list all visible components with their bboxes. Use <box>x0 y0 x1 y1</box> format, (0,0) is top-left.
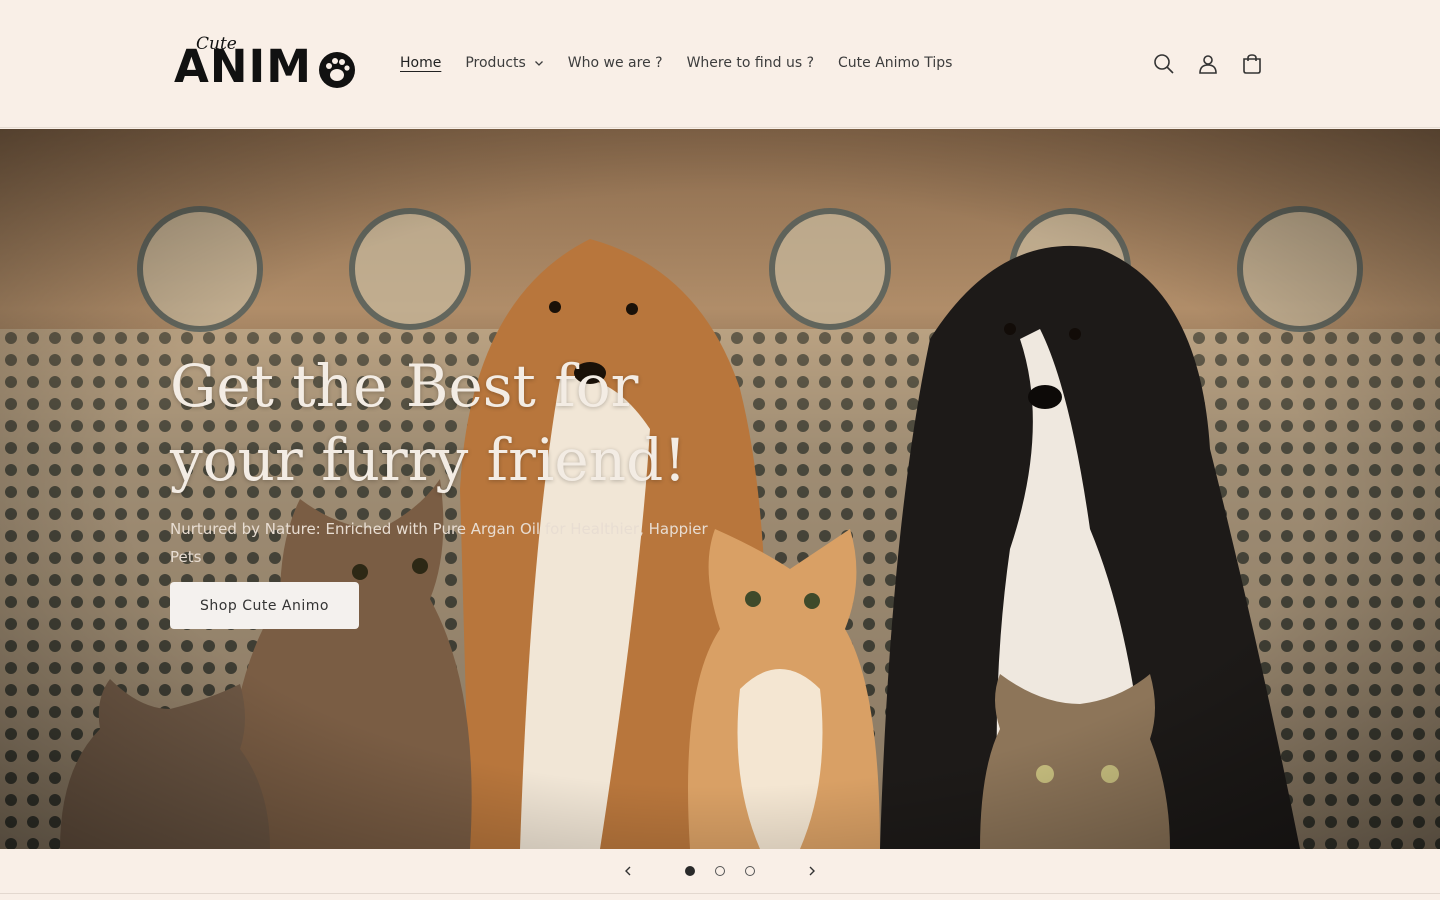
nav-item-label: Who we are ? <box>567 55 663 71</box>
shop-button[interactable]: Shop Cute Animo <box>170 582 359 629</box>
nav-item-label: Cute Animo Tips <box>838 55 953 71</box>
nav-item-home[interactable]: Home <box>400 55 441 71</box>
nav-item-products[interactable]: Products <box>465 55 543 71</box>
nav-item-where-to-find-us[interactable]: Where to find us ? <box>687 55 814 71</box>
slider-dot-2[interactable] <box>715 866 725 876</box>
chevron-down-icon <box>534 61 543 66</box>
account-icon <box>1199 55 1217 74</box>
chevron-right-icon <box>809 866 815 876</box>
slider-next-button[interactable] <box>797 856 827 886</box>
main-nav: Home Products Who we are ? Where to find… <box>400 50 976 76</box>
cart-button[interactable] <box>1238 50 1266 78</box>
cart-icon <box>1243 54 1261 74</box>
hero-title-line1: Get the Best for <box>170 352 639 420</box>
slider-dots <box>675 866 765 876</box>
slider-dot-1[interactable] <box>685 866 695 876</box>
nav-item-tips[interactable]: Cute Animo Tips <box>838 55 952 71</box>
hero-subtitle: Nurtured by Nature: Enriched with Pure A… <box>170 520 708 566</box>
header-icons <box>1150 50 1266 78</box>
hero-title: Get the Best for your furry friend! <box>170 349 730 497</box>
hero-content: Get the Best for your furry friend! Nurt… <box>170 349 730 571</box>
brand-logo[interactable]: Cute ANIM <box>172 34 358 94</box>
brand-logo-word: ANIM <box>174 40 313 93</box>
chevron-left-icon <box>625 866 631 876</box>
nav-item-label: Where to find us ? <box>686 55 814 71</box>
hero-banner: Get the Best for your furry friend! Nurt… <box>0 129 1440 849</box>
search-icon <box>1154 54 1174 74</box>
nav-item-label: Products <box>465 55 526 71</box>
nav-item-who-we-are[interactable]: Who we are ? <box>568 55 663 71</box>
search-button[interactable] <box>1150 50 1178 78</box>
paw-icon <box>319 52 355 88</box>
hero-title-line2: your furry friend! <box>170 426 687 494</box>
account-button[interactable] <box>1194 50 1222 78</box>
slider-prev-button[interactable] <box>613 856 643 886</box>
slider-controls <box>0 849 1440 894</box>
slider-dot-3[interactable] <box>745 866 755 876</box>
nav-item-label: Home <box>400 55 442 71</box>
site-header: Cute ANIM Home Products Who we are ? Whe… <box>0 0 1440 128</box>
